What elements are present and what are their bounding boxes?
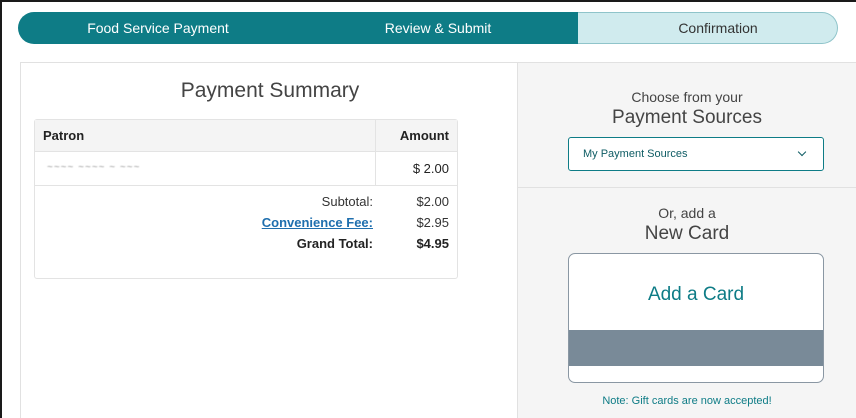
patron-name: ~~~~ ~~~~ ~ ~~~ (47, 162, 141, 173)
grand-total-value: $4.95 (416, 236, 449, 251)
subtotal-line: Subtotal: $2.00 (35, 194, 457, 215)
section-divider (518, 187, 856, 188)
convenience-fee-line: Convenience Fee: $2.95 (35, 215, 457, 236)
subtotal-value: $2.00 (416, 194, 449, 209)
payment-sources-panel: Choose from your Payment Sources My Paym… (518, 62, 856, 418)
step-food-service-payment: Food Service Payment (87, 20, 229, 36)
add-card-button[interactable]: Add a Card (568, 253, 824, 383)
add-card-subtitle: Or, add a (658, 205, 716, 221)
totals-section: Subtotal: $2.00 Convenience Fee: $2.95 G… (35, 194, 457, 257)
column-header-patron: Patron (43, 128, 85, 143)
payment-summary-panel: Payment Summary Patron Amount ~~~~ ~~~~ … (20, 62, 518, 418)
choose-sources-subtitle: Choose from your (631, 89, 743, 105)
step-confirmation: Confirmation (678, 20, 758, 36)
convenience-fee-value: $2.95 (416, 215, 449, 230)
row-amount: $ 2.00 (412, 161, 449, 176)
column-divider (375, 152, 376, 186)
progress-steps: Food Service Payment Review & Submit Con… (18, 12, 838, 44)
grand-total-label: Grand Total: (296, 236, 373, 251)
payment-sources-select[interactable]: My Payment Sources (568, 137, 824, 171)
convenience-fee-link[interactable]: Convenience Fee: (262, 215, 373, 230)
chevron-down-icon (797, 147, 807, 157)
column-divider (375, 120, 376, 152)
subtotal-label: Subtotal: (321, 194, 373, 209)
payment-sources-title: Payment Sources (612, 107, 762, 128)
payment-summary-title: Payment Summary (180, 79, 360, 102)
card-magnetic-stripe (569, 330, 823, 366)
new-card-title: New Card (644, 223, 730, 244)
step-review-submit: Review & Submit (384, 20, 492, 36)
add-card-label: Add a Card (647, 284, 745, 305)
payment-summary-table: Patron Amount ~~~~ ~~~~ ~ ~~~ $ 2.00 Sub… (34, 119, 458, 279)
table-header: Patron Amount (35, 120, 457, 152)
payment-sources-select-value: My Payment Sources (583, 148, 688, 160)
grand-total-line: Grand Total: $4.95 (35, 236, 457, 257)
table-row: ~~~~ ~~~~ ~ ~~~ $ 2.00 (35, 152, 457, 186)
gift-card-note: Note: Gift cards are now accepted! (602, 395, 772, 407)
column-header-amount: Amount (399, 128, 449, 143)
